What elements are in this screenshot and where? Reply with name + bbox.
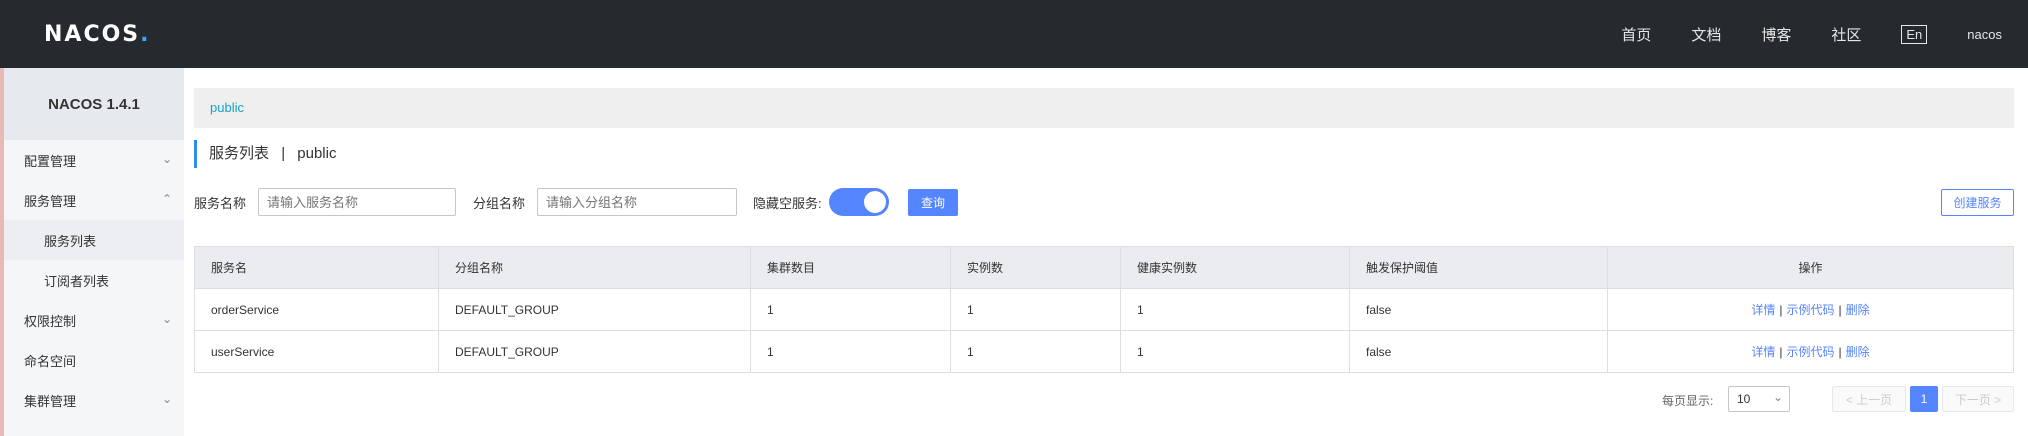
chevron-down-icon: ⌄: [161, 312, 172, 326]
detail-link[interactable]: 详情: [1751, 345, 1775, 359]
delete-link[interactable]: 删除: [1846, 345, 1870, 359]
hide-empty-filter: 隐藏空服务:: [753, 188, 822, 216]
sidebar-item-label: 集群管理: [24, 393, 77, 409]
sample-code-link[interactable]: 示例代码: [1786, 303, 1834, 317]
nav-docs-link[interactable]: 文档: [1691, 24, 1721, 45]
page-size-select[interactable]: 10 ⌄: [1728, 386, 1790, 412]
hide-empty-label: 隐藏空服务:: [753, 195, 822, 211]
sidebar-item-access-control[interactable]: 权限控制 ⌄: [4, 300, 184, 340]
sidebar: NACOS 1.4.1 配置管理 ⌄ 服务管理 ⌃ 服务列表 订阅者列表 权限控…: [4, 68, 184, 436]
cell-group-name: DEFAULT_GROUP: [438, 330, 751, 373]
sidebar-item-namespace[interactable]: 命名空间: [4, 340, 184, 380]
cell-healthy-count: 1: [1120, 288, 1350, 331]
col-protect-threshold: 触发保护阈值: [1349, 246, 1608, 289]
query-button[interactable]: 查询: [908, 189, 958, 216]
user-name[interactable]: nacos: [1967, 27, 2002, 42]
sidebar-item-cluster-management[interactable]: 集群管理 ⌄: [4, 380, 184, 420]
col-cluster-count: 集群数目: [750, 246, 951, 289]
sidebar-item-service-list[interactable]: 服务列表: [4, 220, 184, 260]
sidebar-item-config-management[interactable]: 配置管理 ⌄: [4, 140, 184, 180]
chevron-down-icon: ⌄: [1772, 390, 1783, 404]
toggle-knob: [864, 191, 886, 213]
table-row: orderService DEFAULT_GROUP 1 1 1 false 详…: [194, 288, 2014, 331]
top-nav: 首页 文档 博客 社区 En nacos: [1621, 0, 2028, 68]
version-label: NACOS 1.4.1: [4, 68, 184, 140]
col-instance-count: 实例数: [950, 246, 1121, 289]
cell-group-name: DEFAULT_GROUP: [438, 288, 751, 331]
top-header: NACOS. 首页 文档 博客 社区 En nacos: [0, 0, 2028, 68]
next-page-button[interactable]: 下一页 >: [1942, 386, 2014, 412]
group-name-label: 分组名称: [473, 195, 526, 211]
delete-link[interactable]: 删除: [1846, 303, 1870, 317]
namespace-bar: public: [194, 88, 2014, 128]
cell-instance-count: 1: [950, 288, 1121, 331]
service-name-filter: 服务名称: [194, 188, 457, 216]
nav-blog-link[interactable]: 博客: [1761, 24, 1791, 45]
table-header-row: 服务名 分组名称 集群数目 实例数 健康实例数 触发保护阈值 操作: [194, 246, 2014, 289]
service-name-input[interactable]: [258, 188, 457, 216]
cell-cluster-count: 1: [750, 330, 951, 373]
cell-operations: 详情 | 示例代码 | 删除: [1607, 288, 2014, 331]
nav-community-link[interactable]: 社区: [1831, 24, 1861, 45]
cell-instance-count: 1: [950, 330, 1121, 373]
page-1-button[interactable]: 1: [1910, 386, 1938, 412]
language-switch[interactable]: En: [1901, 24, 1928, 44]
cell-cluster-count: 1: [750, 288, 951, 331]
cell-service-name: orderService: [194, 288, 439, 331]
sidebar-item-label: 订阅者列表: [44, 273, 110, 289]
sidebar-item-label: 服务管理: [24, 193, 77, 209]
page-size-label: 每页显示:: [1662, 394, 1714, 408]
service-table: 服务名 分组名称 集群数目 实例数 健康实例数 触发保护阈值 操作 orderS…: [194, 246, 2014, 373]
sidebar-item-label: 权限控制: [24, 313, 77, 329]
cell-healthy-count: 1: [1120, 330, 1350, 373]
sidebar-item-label: 配置管理: [24, 153, 77, 169]
cell-operations: 详情 | 示例代码 | 删除: [1607, 330, 2014, 373]
sample-code-link[interactable]: 示例代码: [1786, 345, 1834, 359]
cell-protect-threshold: false: [1349, 288, 1608, 331]
cell-service-name: userService: [194, 330, 439, 373]
prev-page-button[interactable]: < 上一页: [1832, 386, 1906, 412]
page-title: 服务列表 | public: [194, 140, 336, 168]
chevron-left-icon: <: [1845, 392, 1857, 407]
chevron-down-icon: ⌄: [161, 392, 172, 406]
table-row: userService DEFAULT_GROUP 1 1 1 false 详情…: [194, 330, 2014, 373]
col-service-name: 服务名: [194, 246, 439, 289]
chevron-down-icon: ⌄: [161, 152, 172, 166]
cell-protect-threshold: false: [1349, 330, 1608, 373]
sidebar-item-label: 服务列表: [44, 233, 97, 249]
sidebar-item-subscriber-list[interactable]: 订阅者列表: [4, 260, 184, 300]
group-name-input[interactable]: [537, 188, 738, 216]
sidebar-item-service-management[interactable]: 服务管理 ⌃: [4, 180, 184, 220]
col-operations: 操作: [1607, 246, 2014, 289]
chevron-up-icon: ⌃: [161, 192, 172, 206]
nacos-logo[interactable]: NACOS.: [44, 22, 151, 47]
namespace-public-link[interactable]: public: [210, 100, 244, 115]
col-group-name: 分组名称: [438, 246, 751, 289]
detail-link[interactable]: 详情: [1751, 303, 1775, 317]
nav-home-link[interactable]: 首页: [1621, 24, 1651, 45]
create-service-button[interactable]: 创建服务: [1941, 189, 2014, 216]
sidebar-item-label: 命名空间: [24, 353, 77, 369]
col-healthy-count: 健康实例数: [1120, 246, 1350, 289]
group-name-filter: 分组名称: [473, 188, 738, 216]
chevron-right-icon: >: [1990, 392, 2002, 407]
service-name-label: 服务名称: [194, 195, 247, 211]
hide-empty-toggle[interactable]: [829, 188, 889, 216]
